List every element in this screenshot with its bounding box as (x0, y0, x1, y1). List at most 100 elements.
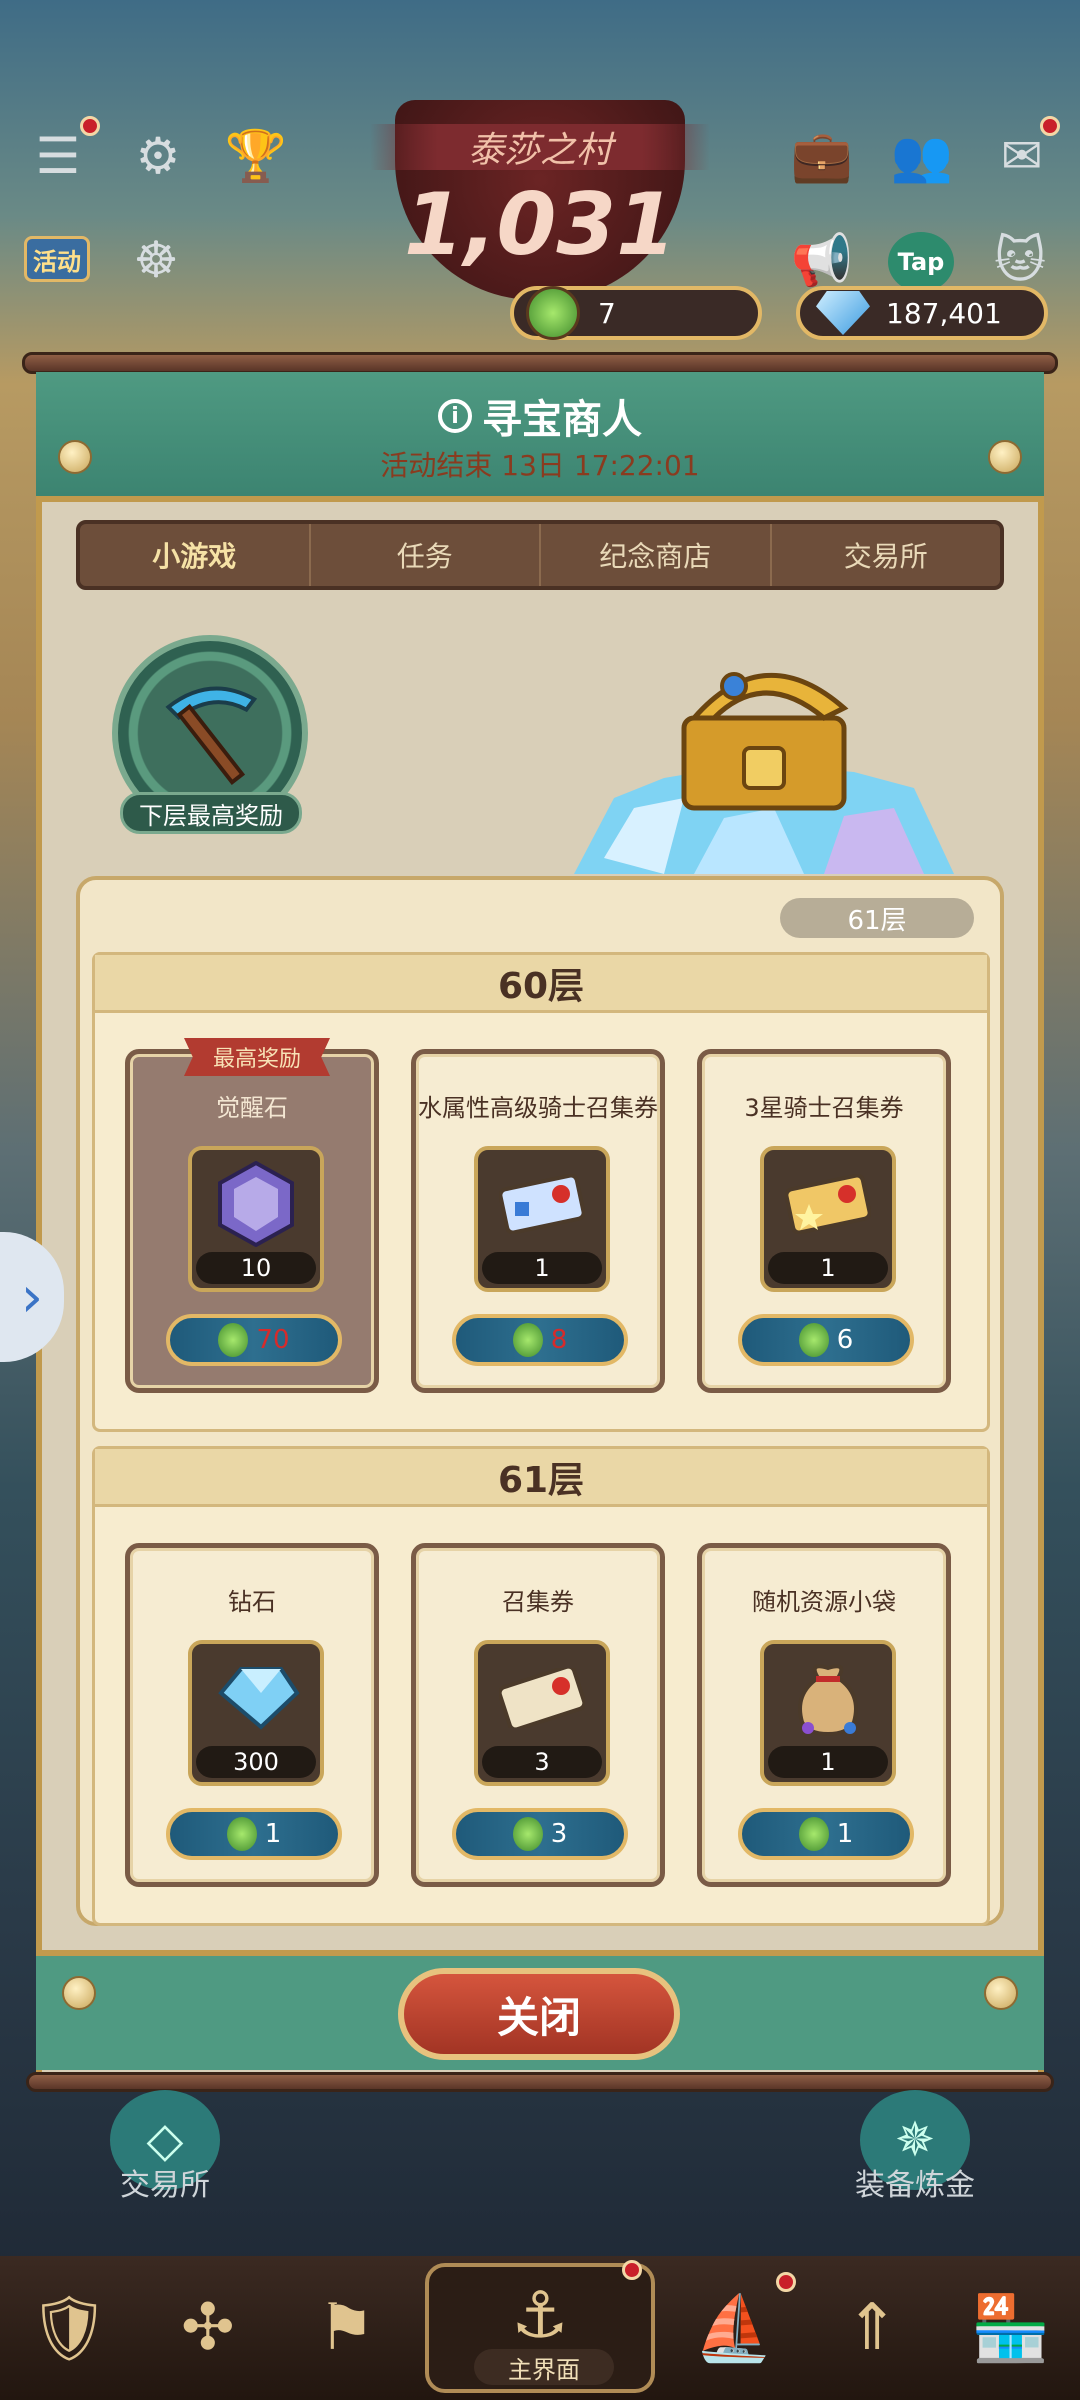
mail-notification-dot (1040, 116, 1060, 136)
price-button[interactable]: 6 (738, 1314, 914, 1366)
floor-title: 61层 (95, 1449, 987, 1507)
reward-card-diamond[interactable]: 钻石 300 1 (125, 1543, 379, 1887)
diamond-counter: 187,401 (796, 286, 1048, 340)
village-name: 泰莎之村 (370, 124, 710, 171)
character-icon[interactable]: 🐱 (988, 228, 1052, 292)
green-gem-icon (218, 1323, 249, 1357)
green-gem-icon (512, 1817, 543, 1851)
item-count: 1 (768, 1746, 888, 1778)
green-gem-icon (226, 1817, 257, 1851)
tab-bar: 小游戏 任务 纪念商店 交易所 (76, 520, 1004, 590)
tab-minigame[interactable]: 小游戏 (80, 524, 311, 586)
event-countdown: 活动结束 13日 17:22:01 (380, 449, 700, 482)
friends-icon[interactable]: 👥 (890, 124, 954, 188)
shop-icon[interactable]: 🏪 (951, 2268, 1071, 2388)
gold-ticket-icon (785, 1174, 871, 1234)
awakening-stone-icon (218, 1161, 294, 1247)
price-value: 1 (264, 1819, 282, 1849)
notification-dot (80, 116, 100, 136)
current-floor-indicator: 61层 (780, 898, 974, 938)
trophy-icon[interactable]: 🏆 (224, 124, 288, 188)
price-button[interactable]: 3 (452, 1808, 628, 1860)
item-count: 300 (196, 1746, 316, 1778)
panel-bottom-rod (26, 2072, 1054, 2092)
nav-notification-dot (622, 2260, 642, 2280)
green-gem-icon (798, 1323, 829, 1357)
green-gem-icon (526, 286, 580, 340)
tab-tasks[interactable]: 任务 (311, 524, 541, 586)
pickaxe-icon (165, 686, 258, 785)
item-title: 随机资源小袋 (752, 1588, 896, 1616)
equipment-alchemy-label: 装备炼金 (855, 2168, 975, 2203)
item-title: 3星骑士召集券 (744, 1094, 904, 1122)
top-reward-ribbon: 最高奖励 (184, 1038, 330, 1076)
info-icon[interactable]: i (438, 399, 472, 433)
price-button[interactable]: 1 (166, 1808, 342, 1860)
propeller-icon[interactable]: ✣ (148, 2268, 268, 2388)
reward-card-awakening-stone[interactable]: 最高奖励 觉醒石 10 70 (125, 1038, 379, 1393)
treasure-chest (574, 648, 954, 874)
panel-top-rod (22, 352, 1058, 374)
diamond-icon (816, 291, 870, 335)
price-value: 6 (836, 1325, 854, 1355)
tap-button[interactable]: Tap (888, 232, 954, 292)
bottom-nav: 🛡 ✣ ⚑ ⚓ 主界面 ⛵ ⇑ 🏪 (0, 2256, 1080, 2400)
item-slot: 3 (474, 1640, 610, 1786)
item-title: 水属性高级骑士召集券 (418, 1094, 658, 1122)
price-value: 3 (550, 1819, 568, 1849)
item-title: 觉醒石 (216, 1094, 288, 1122)
event-button[interactable]: 活动 (24, 236, 90, 282)
panel-title: 寻宝商人 (482, 397, 642, 443)
anchor-icon: ⚓ (511, 2279, 569, 2353)
treasure-chest-icon (574, 672, 954, 874)
reward-card-3star-knight-ticket[interactable]: 3星骑士召集券 1 6 (697, 1049, 951, 1393)
item-count: 1 (768, 1252, 888, 1284)
price-button[interactable]: 1 (738, 1808, 914, 1860)
village-score: 1,031 (403, 175, 677, 275)
item-title: 钻石 (228, 1588, 276, 1616)
banner-icon[interactable]: ⚑ (286, 2268, 406, 2388)
item-slot: 1 (474, 1146, 610, 1292)
price-button[interactable]: 8 (452, 1314, 628, 1366)
next-floor-top-reward-label: 下层最高奖励 (120, 792, 302, 834)
guild-shield-icon[interactable]: 🛡 (9, 2268, 129, 2388)
nav-notification-dot (776, 2272, 796, 2292)
price-value: 8 (550, 1325, 568, 1355)
price-value: 70 (256, 1325, 290, 1355)
item-count: 10 (196, 1252, 316, 1284)
item-slot: 1 (760, 1146, 896, 1292)
summon-ticket-icon (499, 1668, 585, 1728)
green-gem-count: 7 (598, 296, 616, 330)
briefcase-icon[interactable]: 💼 (790, 124, 854, 188)
reward-card-random-resource-bag[interactable]: 随机资源小袋 1 1 (697, 1543, 951, 1887)
price-value: 1 (836, 1819, 854, 1849)
panel-title-row: i 寻宝商人 (36, 388, 1044, 444)
ship-icon[interactable]: ⛵ (674, 2268, 794, 2388)
gear-icon[interactable]: ⚙ (126, 124, 190, 188)
rivet (62, 1976, 96, 2010)
trade-label: 交易所 (120, 2168, 210, 2203)
close-button[interactable]: 关闭 (398, 1968, 680, 2060)
tab-souvenir-shop[interactable]: 纪念商店 (541, 524, 772, 586)
reward-card-water-knight-ticket[interactable]: 水属性高级骑士召集券 1 8 (411, 1049, 665, 1393)
megaphone-icon[interactable]: 📢 (790, 228, 854, 292)
ship-wheel-icon[interactable]: ☸ (124, 228, 188, 292)
floor-section-61: 61层 钻石 300 1 召集券 3 3 随机资源小袋 1 1 (92, 1446, 990, 1926)
green-gem-icon (512, 1323, 543, 1357)
item-count: 1 (482, 1252, 602, 1284)
green-gem-icon (798, 1817, 829, 1851)
item-slot: 300 (188, 1640, 324, 1786)
item-count: 3 (482, 1746, 602, 1778)
item-slot: 10 (188, 1146, 324, 1292)
floor-title: 60层 (95, 955, 987, 1013)
menu-icon[interactable]: ☰ (26, 124, 90, 188)
reward-card-summon-ticket[interactable]: 召集券 3 3 (411, 1543, 665, 1887)
resource-bag-icon (798, 1664, 858, 1737)
upgrade-icon[interactable]: ⇑ (812, 2268, 932, 2388)
tab-exchange[interactable]: 交易所 (772, 524, 1001, 586)
floor-section-60: 60层 最高奖励 觉醒石 10 70 水属性高级骑士召集券 1 8 3星骑士召集… (92, 952, 990, 1432)
diamond-icon (218, 1667, 300, 1730)
home-button[interactable]: ⚓ 主界面 (424, 2263, 655, 2393)
item-slot: 1 (760, 1640, 896, 1786)
price-button[interactable]: 70 (166, 1314, 342, 1366)
